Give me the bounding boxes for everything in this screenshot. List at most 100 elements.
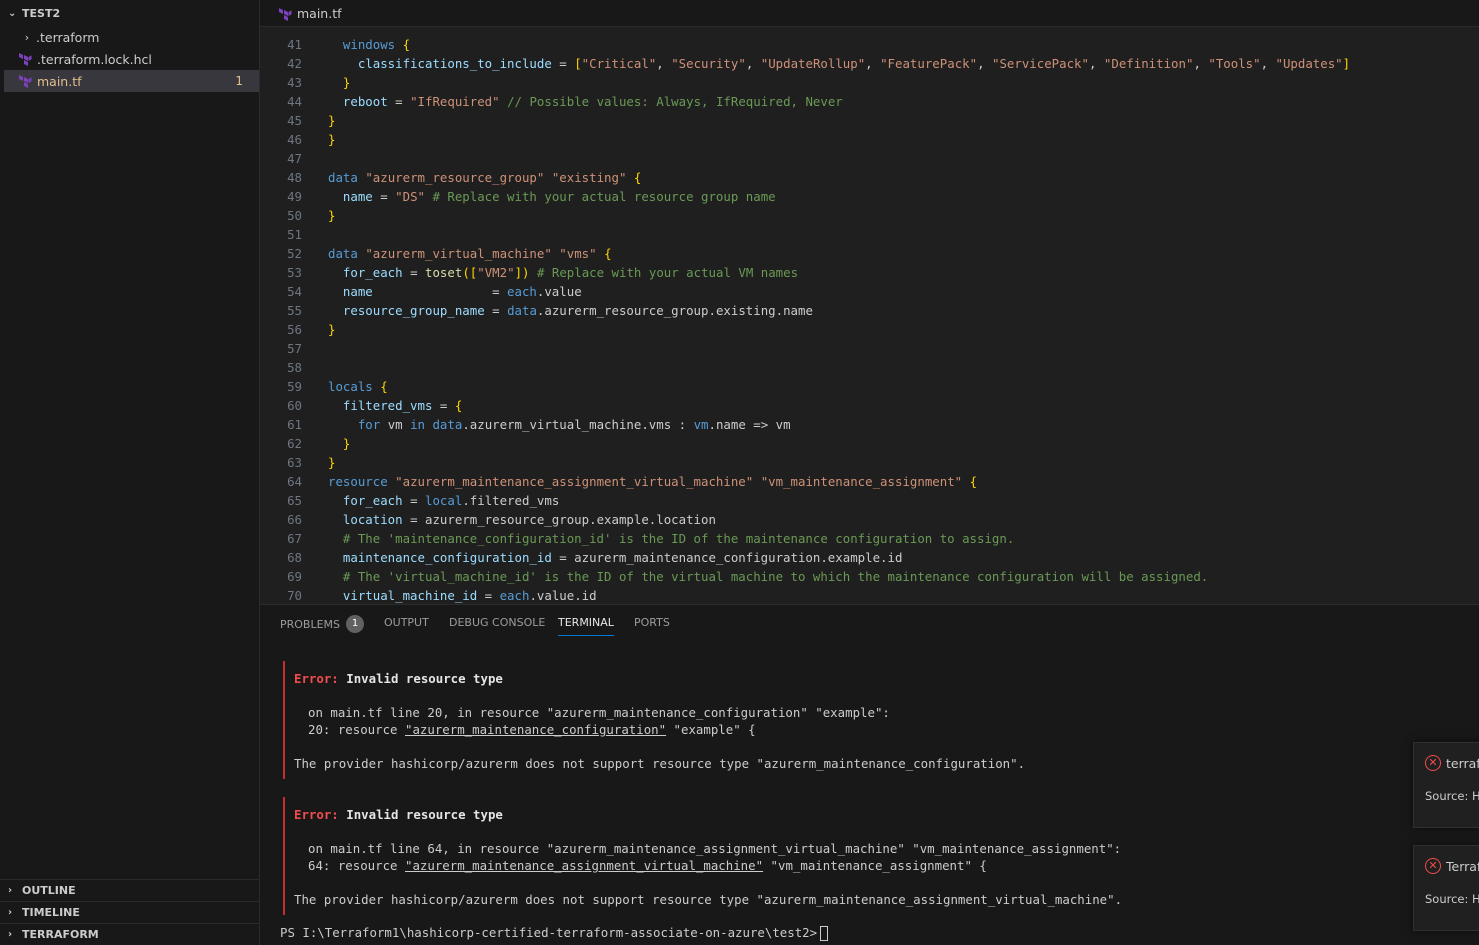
code-line[interactable]: 70 virtual_machine_id = each.value.id xyxy=(260,586,1479,604)
code-line[interactable]: 57 xyxy=(260,339,1479,358)
error-icon: ✕ xyxy=(1425,858,1441,874)
error-code-line: 20: resource "azurerm_maintenance_config… xyxy=(308,721,756,738)
code-line[interactable]: 42 classifications_to_include = ["Critic… xyxy=(260,54,1479,73)
code-line[interactable]: 53 for_each = toset(["VM2"]) # Replace w… xyxy=(260,263,1479,282)
section-terraform[interactable]: › TERRAFORM xyxy=(0,923,260,945)
terraform-icon xyxy=(279,7,292,21)
code-line[interactable]: 62 } xyxy=(260,434,1479,453)
line-code: for_each = local.filtered_vms xyxy=(342,493,560,508)
tree-item-lock-file[interactable]: .terraform.lock.hcl xyxy=(0,48,259,70)
tab-main-tf[interactable]: main.tf xyxy=(278,0,342,27)
explorer-root[interactable]: ⌄ TEST2 xyxy=(0,0,259,26)
code-line[interactable]: 58 xyxy=(260,358,1479,377)
code-line[interactable]: 55 resource_group_name = data.azurerm_re… xyxy=(260,301,1479,320)
section-timeline[interactable]: › TIMELINE xyxy=(0,901,260,923)
line-code: } xyxy=(342,75,351,90)
line-number: 66 xyxy=(287,512,302,527)
code-line[interactable]: 69 # The 'virtual_machine_id' is the ID … xyxy=(260,567,1479,586)
code-line[interactable]: 54 name = each.value xyxy=(260,282,1479,301)
notification-toast[interactable]: ✕ terrafo Source: Ha xyxy=(1413,742,1479,828)
tab-ports[interactable]: PORTS xyxy=(634,616,670,636)
notification-source: Source: Ha xyxy=(1425,789,1479,803)
code-line[interactable]: 48 data "azurerm_resource_group" "existin… xyxy=(260,168,1479,187)
error-message: The provider hashicorp/azurerm does not … xyxy=(294,892,1123,907)
code-line[interactable]: 59 locals { xyxy=(260,377,1479,396)
code-line[interactable]: 60 filtered_vms = { xyxy=(260,396,1479,415)
code-type: "azurerm_maintenance_configuration" xyxy=(404,722,667,737)
tab-label: DEBUG CONSOLE xyxy=(449,616,546,629)
notification-title: terrafo xyxy=(1446,756,1479,771)
tab-terminal[interactable]: TERMINAL xyxy=(558,616,614,636)
notification-toast[interactable]: ✕ Terrafo Source: Ha xyxy=(1413,845,1479,931)
line-code: reboot = "IfRequired" // Possible values… xyxy=(342,94,843,109)
line-number: 63 xyxy=(287,455,302,470)
line-number: 54 xyxy=(287,284,302,299)
tab-output[interactable]: OUTPUT xyxy=(384,616,429,636)
code-line[interactable]: 43 } xyxy=(260,73,1479,92)
tab-debug-console[interactable]: DEBUG CONSOLE xyxy=(449,616,545,636)
code-line[interactable]: 52 data "azurerm_virtual_machine" "vms" { xyxy=(260,244,1479,263)
code-line[interactable]: 67 # The 'maintenance_configuration_id' … xyxy=(260,529,1479,548)
line-code: data "azurerm_resource_group" "existing"… xyxy=(328,170,642,185)
section-label: OUTLINE xyxy=(22,884,76,897)
line-number: 42 xyxy=(287,56,302,71)
line-number: 70 xyxy=(287,588,302,603)
line-number: 52 xyxy=(287,246,302,261)
line-code: } xyxy=(328,322,336,337)
line-code: filtered_vms = { xyxy=(342,398,463,413)
code-line[interactable]: 68 maintenance_configuration_id = azurer… xyxy=(260,548,1479,567)
section-label: TERRAFORM xyxy=(22,928,99,941)
tab-label: PORTS xyxy=(634,616,670,629)
line-code: data "azurerm_virtual_machine" "vms" { xyxy=(328,246,612,261)
line-number: 43 xyxy=(287,75,302,90)
error-bar xyxy=(283,797,285,915)
code-editor[interactable]: 41 windows {42 classifications_to_includ… xyxy=(260,27,1479,604)
line-code: } xyxy=(328,455,336,470)
terminal-prompt[interactable]: PS I:\Terraform1\hashicorp-certified-ter… xyxy=(280,924,829,941)
line-number: 59 xyxy=(287,379,302,394)
line-number: 58 xyxy=(287,360,302,375)
section-outline[interactable]: › OUTLINE xyxy=(0,879,260,901)
code-line[interactable]: 50} xyxy=(260,206,1479,225)
code-suffix: "example" { xyxy=(666,722,756,737)
code-line[interactable]: 51 xyxy=(260,225,1479,244)
error-title: Invalid resource type xyxy=(346,807,503,822)
tab-label: TERMINAL xyxy=(558,616,614,629)
tree-item-terraform-folder[interactable]: › .terraform xyxy=(0,26,259,48)
notification-source: Source: Ha xyxy=(1425,892,1479,906)
code-suffix: "vm_maintenance_assignment" { xyxy=(763,858,987,873)
error-location: on main.tf line 20, in resource "azurerm… xyxy=(308,705,890,720)
code-line[interactable]: 47 xyxy=(260,149,1479,168)
code-line[interactable]: 46} xyxy=(260,130,1479,149)
line-code: # The 'virtual_machine_id' is the ID of … xyxy=(335,569,1209,584)
code-line[interactable]: 41 windows { xyxy=(260,35,1479,54)
code-line[interactable]: 44 reboot = "IfRequired" // Possible val… xyxy=(260,92,1479,111)
line-code: virtual_machine_id = each.value.id xyxy=(342,588,597,603)
section-label: TIMELINE xyxy=(22,906,80,919)
error-label: Error: xyxy=(294,671,339,686)
line-code: } xyxy=(328,132,336,147)
chevron-right-icon: › xyxy=(8,929,13,940)
error-label: Error: xyxy=(294,807,339,822)
line-code: resource "azurerm_maintenance_assignment… xyxy=(328,474,978,489)
tree-item-main-tf[interactable]: main.tf 1 xyxy=(4,70,259,92)
line-number: 44 xyxy=(287,94,302,109)
line-number: 65 xyxy=(287,493,302,508)
code-line[interactable]: 64 resource "azurerm_maintenance_assignme… xyxy=(260,472,1479,491)
line-number: 41 xyxy=(287,37,302,52)
code-prefix: 64: resource xyxy=(308,858,405,873)
code-line[interactable]: 45} xyxy=(260,111,1479,130)
code-line[interactable]: 66 location = azurerm_resource_group.exa… xyxy=(260,510,1479,529)
code-line[interactable]: 61 for vm in data.azurerm_virtual_machin… xyxy=(260,415,1479,434)
code-line[interactable]: 65 for_each = local.filtered_vms xyxy=(260,491,1479,510)
code-line[interactable]: 49 name = "DS" # Replace with your actua… xyxy=(260,187,1479,206)
code-prefix: 20: resource xyxy=(308,722,405,737)
code-line[interactable]: 63} xyxy=(260,453,1479,472)
tree-item-label: .terraform.lock.hcl xyxy=(37,51,152,67)
tab-problems[interactable]: PROBLEMS 1 xyxy=(280,615,365,636)
code-line[interactable]: 56} xyxy=(260,320,1479,339)
line-code: for vm in data.azurerm_virtual_machine.v… xyxy=(357,417,791,432)
error-icon: ✕ xyxy=(1425,755,1441,771)
line-number: 51 xyxy=(287,227,302,242)
notification-title: Terrafo xyxy=(1446,859,1479,874)
